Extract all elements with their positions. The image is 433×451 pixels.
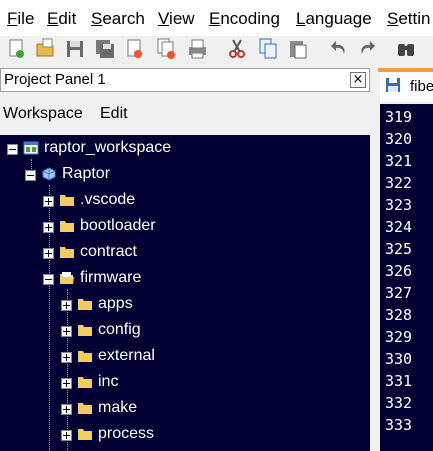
- save-all-icon[interactable]: [94, 36, 116, 62]
- tree-item-process[interactable]: process: [0, 424, 370, 448]
- expand-icon[interactable]: [43, 196, 54, 207]
- folder-icon: [77, 297, 93, 311]
- tree-item-contract[interactable]: contract: [0, 242, 370, 266]
- menu-bar: File Edit Search View Encoding Language Settin: [0, 0, 433, 36]
- tree-item-external[interactable]: external: [0, 346, 370, 370]
- menu-language[interactable]: Language: [296, 9, 372, 29]
- workspace-menu[interactable]: Workspace: [3, 105, 83, 123]
- line-number: 329: [385, 328, 413, 346]
- cut-icon[interactable]: [226, 36, 248, 62]
- line-number: 328: [385, 306, 413, 324]
- redo-icon[interactable]: [356, 36, 378, 62]
- expand-icon[interactable]: [61, 430, 72, 441]
- tree-item-label: external: [98, 347, 155, 364]
- collapse-icon[interactable]: [7, 144, 18, 155]
- tree-item-apps[interactable]: apps: [0, 294, 370, 318]
- line-number: 326: [385, 262, 413, 280]
- menu-file[interactable]: File: [7, 9, 34, 29]
- folder-open-icon: [59, 271, 75, 285]
- line-number-gutter: 319 320 321 322 323 324 325 326 327 328 329 330 331 3…: [380, 104, 433, 451]
- expand-icon[interactable]: [61, 352, 72, 363]
- panel-splitter[interactable]: [370, 68, 378, 451]
- folder-icon: [59, 219, 75, 233]
- find-icon[interactable]: [395, 36, 417, 62]
- project-panel-title: Project Panel 1: [4, 71, 106, 88]
- editor-tab-label: fibe: [410, 78, 433, 95]
- undo-icon[interactable]: [328, 36, 350, 62]
- tree-item-label: apps: [98, 295, 133, 312]
- tree-item-config[interactable]: config: [0, 320, 370, 344]
- line-number: 325: [385, 240, 413, 258]
- project-tree: raptor_workspace Raptor .vscode bootloader c…: [0, 135, 370, 451]
- tree-item-inc[interactable]: inc: [0, 372, 370, 396]
- line-number: 323: [385, 196, 413, 214]
- tree-item-label: .vscode: [80, 191, 136, 208]
- tree-item-label: config: [98, 321, 141, 338]
- folder-icon: [59, 193, 75, 207]
- folder-icon: [77, 401, 93, 415]
- folder-icon: [77, 349, 93, 363]
- menu-view[interactable]: View: [158, 9, 195, 29]
- line-number: 320: [385, 130, 413, 148]
- line-number: 333: [385, 416, 413, 434]
- project-panel-menu: Workspace Edit: [0, 95, 376, 133]
- expand-icon[interactable]: [43, 248, 54, 259]
- collapse-icon[interactable]: [43, 274, 54, 285]
- line-number: 322: [385, 174, 413, 192]
- project-panel-title-bar: Project Panel 1 ×: [0, 68, 370, 92]
- tree-item-vscode[interactable]: .vscode: [0, 190, 370, 214]
- menu-search[interactable]: Search: [91, 9, 145, 29]
- expand-icon[interactable]: [61, 404, 72, 415]
- tree-item-label: process: [98, 425, 155, 442]
- save-icon[interactable]: [64, 36, 86, 62]
- line-number: 321: [385, 152, 413, 170]
- editor-tab[interactable]: fibe: [380, 72, 433, 102]
- tree-item-label: make: [98, 399, 138, 416]
- tree-item-make[interactable]: make: [0, 398, 370, 422]
- tree-item-label: contract: [80, 243, 137, 260]
- line-number: 331: [385, 372, 413, 390]
- tree-item-label: raptor_workspace: [44, 139, 172, 156]
- expand-icon[interactable]: [61, 378, 72, 389]
- print-icon[interactable]: [186, 36, 208, 62]
- line-number: 327: [385, 284, 413, 302]
- folder-icon: [77, 427, 93, 441]
- close-icon[interactable]: [124, 36, 146, 62]
- tree-item-label: firmware: [80, 269, 142, 286]
- menu-encoding[interactable]: Encoding: [209, 9, 280, 29]
- folder-icon: [77, 375, 93, 389]
- close-panel-button[interactable]: ×: [350, 72, 366, 88]
- collapse-icon[interactable]: [25, 170, 36, 181]
- line-number: 332: [385, 394, 413, 412]
- toolbar: [0, 36, 433, 64]
- line-number: 319: [385, 108, 413, 126]
- tree-item-label: Raptor: [62, 165, 111, 182]
- workspace-icon: [23, 141, 39, 155]
- expand-icon[interactable]: [43, 222, 54, 233]
- copy-icon[interactable]: [257, 36, 279, 62]
- tree-item-label: inc: [98, 373, 119, 390]
- menu-edit[interactable]: Edit: [47, 9, 76, 29]
- project-icon: [41, 167, 57, 181]
- expand-icon[interactable]: [61, 300, 72, 311]
- tree-item-raptor[interactable]: Raptor: [0, 164, 370, 188]
- tree-item-firmware[interactable]: firmware: [0, 268, 370, 292]
- tree-item-label: bootloader: [80, 217, 156, 234]
- tree-item-raptor-workspace[interactable]: raptor_workspace: [0, 138, 370, 162]
- line-number: 330: [385, 350, 413, 368]
- tree-item-bootloader[interactable]: bootloader: [0, 216, 370, 240]
- folder-icon: [77, 323, 93, 337]
- expand-icon[interactable]: [61, 326, 72, 337]
- editor-tab-strip: fibe: [378, 68, 433, 102]
- open-folder-icon[interactable]: [34, 36, 56, 62]
- line-number: 324: [385, 218, 413, 236]
- new-file-icon[interactable]: [5, 36, 27, 62]
- paste-icon[interactable]: [287, 36, 309, 62]
- close-all-icon[interactable]: [156, 36, 178, 62]
- edit-menu[interactable]: Edit: [100, 105, 128, 123]
- menu-settin[interactable]: Settin: [387, 9, 430, 29]
- folder-icon: [59, 245, 75, 259]
- save-icon: [385, 77, 401, 93]
